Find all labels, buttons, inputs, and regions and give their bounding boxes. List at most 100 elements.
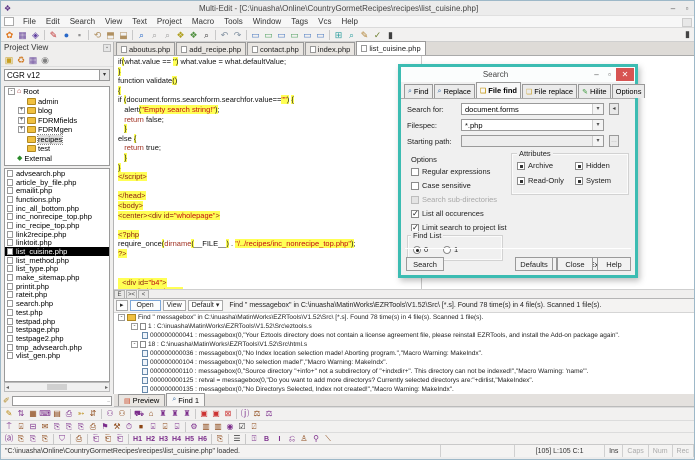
- file-item[interactable]: functions.php: [5, 195, 109, 204]
- editor-tab-list_cuisine.php[interactable]: list_cuisine.php: [356, 41, 426, 55]
- mdi-child-icon[interactable]: [682, 18, 692, 27]
- editor-tab-contact.php[interactable]: contact.php: [247, 42, 304, 55]
- file-item[interactable]: list_type.php: [5, 264, 109, 273]
- chevron-down-icon[interactable]: ▾: [99, 70, 109, 80]
- tree-expander-icon[interactable]: -: [131, 323, 138, 330]
- attribute-checkbox[interactable]: Archive: [517, 161, 553, 170]
- file-item[interactable]: inc_all_bottom.php: [5, 204, 109, 213]
- dialog-close-button[interactable]: ✕: [616, 68, 634, 81]
- minimize-button[interactable]: –: [666, 4, 680, 13]
- open-project-icon[interactable]: ▣: [3, 54, 15, 66]
- find-result-row[interactable]: 000000000041 : messagebox(0,"Your Eztool…: [114, 331, 694, 340]
- table-1-icon[interactable]: ♜: [157, 408, 169, 420]
- file-item[interactable]: advsearch.php: [5, 169, 109, 178]
- copy-icon[interactable]: ⬒: [104, 29, 117, 41]
- frame-1-icon[interactable]: ▣: [198, 408, 210, 420]
- h4-icon[interactable]: H4: [170, 436, 183, 443]
- home-icon[interactable]: ⌂: [145, 408, 157, 420]
- option-checkbox[interactable]: Case sensitive: [411, 181, 471, 190]
- hscroll-button[interactable]: E: [114, 289, 125, 299]
- find-result-row[interactable]: 000000000110 : messagebox(0,"Source dire…: [114, 367, 694, 376]
- new-session-icon[interactable]: ✿: [3, 29, 16, 41]
- pin-icon[interactable]: ✎: [47, 29, 60, 41]
- table-3-icon[interactable]: ♜: [181, 408, 193, 420]
- starting-path-input[interactable]: ▾: [461, 135, 604, 147]
- stamp-1-icon[interactable]: ⚖: [251, 408, 263, 420]
- paste-icon[interactable]: ⬓: [117, 29, 130, 41]
- tree-item-recipes[interactable]: recipes: [5, 133, 109, 145]
- window-h-icon[interactable]: ▭: [301, 29, 314, 41]
- run-icon[interactable]: ▮: [384, 29, 397, 41]
- file-item[interactable]: inc_recipe_top.php: [5, 221, 109, 230]
- h5-icon[interactable]: H5: [183, 436, 196, 443]
- menu-help[interactable]: Help: [336, 17, 362, 26]
- h3-icon[interactable]: H3: [157, 436, 170, 443]
- refresh-project-icon[interactable]: ♻: [15, 54, 27, 66]
- h2-icon[interactable]: H2: [144, 436, 157, 443]
- find-result-row[interactable]: 000000000125 : retval = messagebox(0,"Do…: [114, 376, 694, 385]
- dialog-maximize-button[interactable]: ▫: [603, 70, 616, 79]
- calendar-icon[interactable]: ▤: [51, 408, 63, 420]
- tree-expander-icon[interactable]: +: [18, 126, 25, 134]
- cut-icon[interactable]: ⟲: [91, 29, 104, 41]
- output-tab-preview[interactable]: ▤ Preview: [118, 394, 166, 406]
- globe-icon[interactable]: ●: [60, 29, 73, 41]
- dialog-tab-file-find[interactable]: ❏ File find: [475, 82, 521, 98]
- search-for-input[interactable]: document.forms ▾: [461, 103, 604, 115]
- defaults-button[interactable]: Defaults: [515, 257, 553, 271]
- history-button[interactable]: ◂: [609, 103, 619, 115]
- editor-hscroll-bar[interactable]: E >< <: [114, 289, 694, 299]
- menu-search[interactable]: Search: [65, 17, 100, 26]
- find-list-radio[interactable]: 1: [443, 245, 458, 254]
- table-2-icon[interactable]: ♜: [169, 408, 181, 420]
- menu-vcs[interactable]: Vcs: [313, 17, 336, 26]
- option-checkbox[interactable]: List all occurences: [411, 209, 484, 218]
- file-item[interactable]: tmp_advsearch.php: [5, 343, 109, 352]
- file-item[interactable]: testpage.php: [5, 325, 109, 334]
- save-icon[interactable]: ◈: [29, 29, 42, 41]
- file-item[interactable]: testpage2.php: [5, 334, 109, 343]
- tree-item-external[interactable]: ◆ External: [5, 154, 109, 164]
- file-item[interactable]: test.php: [5, 308, 109, 317]
- project-info-icon[interactable]: ◉: [39, 54, 51, 66]
- find-list-radio[interactable]: 0: [413, 245, 428, 254]
- dialog-title-bar[interactable]: Search – ▫ ✕: [401, 67, 635, 82]
- bold-icon[interactable]: B: [260, 436, 273, 443]
- attribute-checkbox[interactable]: Hidden: [575, 161, 610, 170]
- hscroll-button[interactable]: ><: [126, 289, 137, 299]
- file-item[interactable]: list_cuisine.php: [5, 247, 109, 256]
- hilite-green-icon[interactable]: ❖: [187, 29, 200, 41]
- image-icon[interactable]: ▦: [27, 408, 39, 420]
- tree-expander-icon[interactable]: -: [118, 314, 125, 321]
- draw-icon[interactable]: ✎: [3, 408, 15, 420]
- find-result-row[interactable]: -18 : C:\inuasha\MatinWorks\EZRTools\V1.…: [114, 340, 694, 349]
- file-item[interactable]: emailit.php: [5, 186, 109, 195]
- screen-icon[interactable]: ⌨: [39, 408, 51, 420]
- window-full-icon[interactable]: ▭: [288, 29, 301, 41]
- output-tab-find-1[interactable]: ⌕ Find 1: [166, 393, 206, 406]
- js-tool-icon[interactable]: ⒥: [239, 408, 251, 420]
- command-input[interactable]: –: [11, 395, 112, 406]
- file-item[interactable]: make_sitemap.php: [5, 273, 109, 282]
- redo-icon[interactable]: ↷: [231, 29, 244, 41]
- menu-tools[interactable]: Tools: [219, 17, 248, 26]
- file-item[interactable]: testpad.php: [5, 317, 109, 326]
- editor-tab-index.php[interactable]: index.php: [304, 42, 356, 55]
- open-button[interactable]: Open: [129, 300, 161, 311]
- check-icon[interactable]: ✓: [371, 29, 384, 41]
- scroll-right-icon[interactable]: ▸: [105, 384, 108, 391]
- small-tool-icon[interactable]: ▪: [73, 29, 86, 41]
- file-item[interactable]: vlist_gen.php: [5, 351, 109, 360]
- menu-tags[interactable]: Tags: [286, 17, 313, 26]
- hscroll-button[interactable]: <: [138, 289, 149, 299]
- project-select[interactable]: CGR v12 ▾: [4, 69, 110, 81]
- find-next-icon[interactable]: ⌕: [161, 29, 174, 41]
- chevron-down-icon[interactable]: ▾: [592, 120, 603, 130]
- mode-dropdown[interactable]: Default ▾: [187, 300, 224, 311]
- swap-icon[interactable]: ⇵: [87, 408, 99, 420]
- file-item[interactable]: linktoit.php: [5, 238, 109, 247]
- find-result-row[interactable]: 000000000036 : messagebox(0,"No Index lo…: [114, 349, 694, 358]
- panel-options-button[interactable]: ▪: [103, 44, 111, 52]
- tree-expander-icon[interactable]: -: [8, 88, 15, 96]
- tree-item-admin[interactable]: admin: [5, 97, 109, 107]
